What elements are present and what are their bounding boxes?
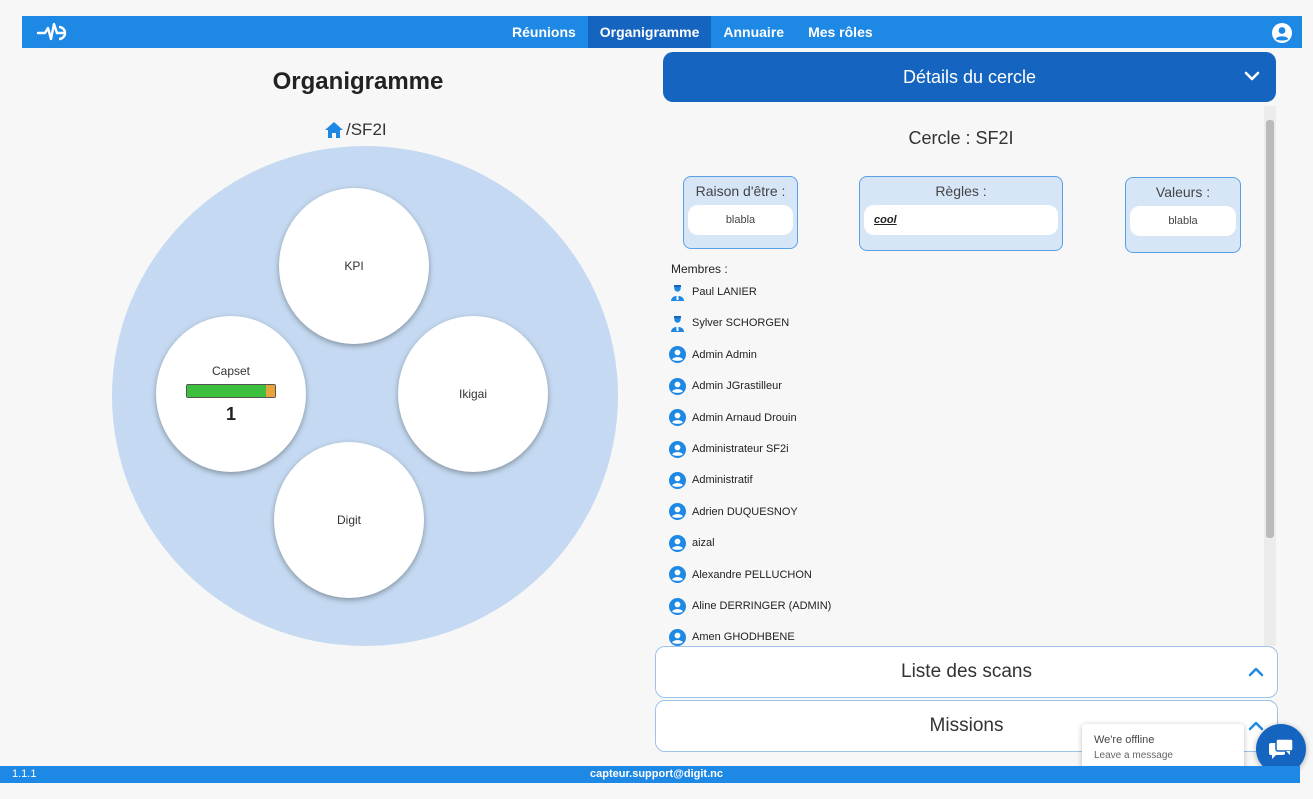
chevron-down-icon[interactable] xyxy=(1242,66,1262,86)
valeurs-value: blabla xyxy=(1130,206,1236,236)
chat-status: We're offline xyxy=(1094,734,1155,746)
member-item[interactable]: Amen GHODHBENE xyxy=(669,626,795,646)
account-circle-icon xyxy=(669,346,686,364)
member-item[interactable]: Adrien DUQUESNOY xyxy=(669,501,798,523)
account-circle-icon xyxy=(669,566,686,584)
regles-value[interactable]: cool xyxy=(864,205,1058,235)
details-content: Cercle : SF2I Raison d'être : blabla Règ… xyxy=(663,106,1267,646)
scans-accordion[interactable]: Liste des scans xyxy=(655,646,1278,698)
account-circle-icon xyxy=(669,503,686,521)
circle-name: Cercle : SF2I xyxy=(908,128,1014,148)
person-badge-icon xyxy=(669,284,686,301)
nav-mes-roles[interactable]: Mes rôles xyxy=(796,16,885,48)
main-nav: Réunions Organigramme Annuaire Mes rôles xyxy=(500,16,885,48)
account-circle-icon xyxy=(669,440,686,458)
account-circle-icon xyxy=(669,409,686,427)
breadcrumb: /SF2I xyxy=(325,120,387,140)
member-item[interactable]: Administrateur SF2i xyxy=(669,438,789,460)
account-circle-icon xyxy=(669,377,686,395)
person-badge-icon xyxy=(669,315,686,332)
member-name: Administrateur SF2i xyxy=(692,443,789,455)
account-circle-icon xyxy=(669,471,686,489)
account-circle-icon xyxy=(669,628,686,646)
regles-box: Règles : cool xyxy=(859,176,1063,251)
progress-remainder xyxy=(266,384,275,397)
missions-title: Missions xyxy=(929,715,1004,736)
chevron-up-icon[interactable] xyxy=(1247,663,1265,681)
circle-label: Digit xyxy=(336,513,361,527)
member-item[interactable]: Admin Arnaud Drouin xyxy=(669,407,797,429)
breadcrumb-path[interactable]: /SF2I xyxy=(346,120,387,140)
app-screen: Réunions Organigramme Annuaire Mes rôles… xyxy=(0,0,1313,799)
member-name: Sylver SCHORGEN xyxy=(692,317,790,330)
raison-label: Raison d'être : xyxy=(695,183,786,199)
details-title: Détails du cercle xyxy=(902,66,1037,87)
member-name: Paul LANIER xyxy=(692,286,757,298)
member-name: Alexandre PELLUCHON xyxy=(692,568,812,581)
user-account-icon[interactable] xyxy=(1272,23,1292,43)
members-title: Membres : xyxy=(671,262,728,276)
circle-digit[interactable]: Digit xyxy=(274,442,424,598)
chat-action: Leave a message xyxy=(1094,750,1173,761)
capset-progress-bar xyxy=(186,383,276,398)
details-accordion-header[interactable]: Détails du cercle xyxy=(663,52,1276,102)
member-item[interactable]: Administratif xyxy=(669,469,753,491)
member-item[interactable]: Admin JGrastilleur xyxy=(669,375,782,397)
circle-capset[interactable]: Capset 1 xyxy=(156,316,306,472)
member-name: Admin Arnaud Drouin xyxy=(692,411,797,424)
member-item[interactable]: aizal xyxy=(669,532,715,554)
circle-label: KPI xyxy=(344,259,364,273)
nav-annuaire[interactable]: Annuaire xyxy=(711,16,796,48)
regles-label: Règles : xyxy=(935,183,987,199)
home-icon[interactable] xyxy=(325,122,343,138)
circle-ikigai[interactable]: Ikigai xyxy=(398,316,548,472)
nav-reunions[interactable]: Réunions xyxy=(500,16,588,48)
account-circle-icon xyxy=(669,597,686,615)
member-name: Admin Admin xyxy=(692,348,757,361)
member-item[interactable]: Paul LANIER xyxy=(669,281,757,303)
scrollbar-thumb[interactable] xyxy=(1266,120,1274,538)
member-item[interactable]: Aline DERRINGER (ADMIN) xyxy=(669,595,831,617)
member-name: Adrien DUQUESNOY xyxy=(692,505,798,518)
scans-title: Liste des scans xyxy=(901,661,1032,682)
nav-organigramme[interactable]: Organigramme xyxy=(587,16,712,48)
member-name: Administratif xyxy=(692,474,753,487)
raison-box: Raison d'être : blabla xyxy=(683,176,798,249)
org-chart-panel: Organigramme /SF2I KPI Capset 1 Ikigai D… xyxy=(22,48,652,764)
account-circle-icon xyxy=(669,534,686,552)
member-item[interactable]: Sylver SCHORGEN xyxy=(669,312,789,334)
circle-label: Ikigai xyxy=(458,387,487,401)
valeurs-label: Valeurs : xyxy=(1155,184,1211,200)
footer-bar: 1.1.1 capteur.support@digit.nc xyxy=(0,766,1300,783)
valeurs-box: Valeurs : blabla xyxy=(1125,177,1241,253)
member-name: Admin JGrastilleur xyxy=(692,380,782,393)
raison-value: blabla xyxy=(688,205,793,235)
circle-kpi[interactable]: KPI xyxy=(279,188,429,344)
member-name: Amen GHODHBENE xyxy=(692,631,795,644)
progress-fill xyxy=(187,384,267,397)
member-item[interactable]: Admin Admin xyxy=(669,344,757,366)
member-name: Aline DERRINGER (ADMIN) xyxy=(692,600,832,612)
page-title: Organigramme xyxy=(272,68,444,95)
circle-label: Capset xyxy=(211,363,251,378)
root-circle-sf2i[interactable]: KPI Capset 1 Ikigai Digit xyxy=(112,146,618,646)
member-name: aizal xyxy=(692,537,715,550)
pulse-logo-icon[interactable] xyxy=(36,19,70,45)
top-navbar: Réunions Organigramme Annuaire Mes rôles xyxy=(22,16,1302,48)
details-scrollbar[interactable] xyxy=(1264,106,1276,646)
chat-icon xyxy=(1269,738,1293,759)
capset-count: 1 xyxy=(225,403,236,424)
support-email-link[interactable]: capteur.support@digit.nc xyxy=(0,768,1313,780)
member-item[interactable]: Alexandre PELLUCHON xyxy=(669,564,812,586)
